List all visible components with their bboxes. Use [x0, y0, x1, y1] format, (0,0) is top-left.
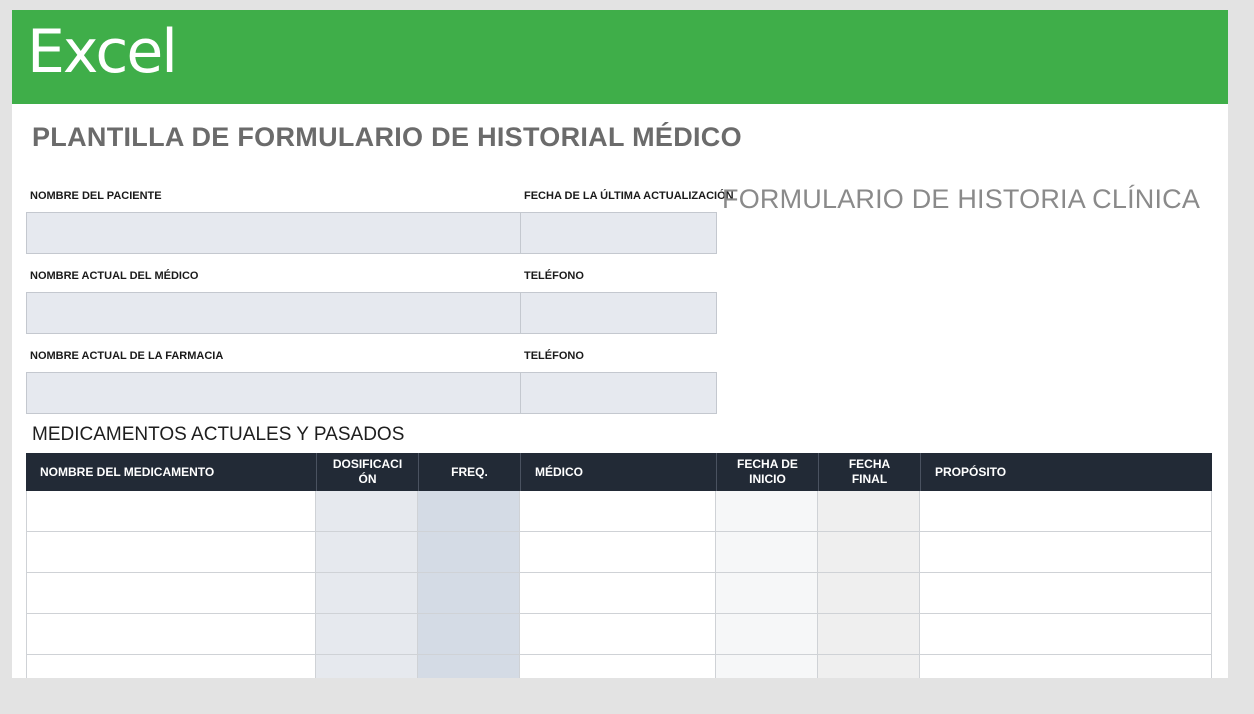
medications-section-title: MEDICAMENTOS ACTUALES Y PASADOS [32, 424, 405, 445]
column-header[interactable]: PROPÓSITO [920, 453, 1212, 491]
table-cell[interactable] [520, 614, 716, 655]
table-cell[interactable] [316, 614, 418, 655]
column-header[interactable]: FREQ. [418, 453, 520, 491]
column-header[interactable]: MÉDICO [520, 453, 716, 491]
table-cell[interactable] [26, 655, 316, 678]
column-header-label: DOSIFICACI [332, 457, 403, 471]
table-cell[interactable] [818, 532, 920, 573]
patient-name-field[interactable] [26, 212, 521, 254]
pharmacy-phone-label: TELÉFONO [524, 350, 584, 362]
column-header-label: MÉDICO [535, 465, 583, 479]
table-cell[interactable] [26, 614, 316, 655]
app-logo-text: Excel [27, 17, 178, 87]
table-cell[interactable] [818, 614, 920, 655]
page-title: PLANTILLA DE FORMULARIO DE HISTORIAL MÉD… [32, 122, 742, 152]
table-cell[interactable] [418, 532, 520, 573]
column-header-label: PROPÓSITO [935, 465, 1007, 479]
overlay-form-title: FORMULARIO DE HISTORIA CLÍNICA [722, 184, 1201, 214]
table-cell[interactable] [920, 614, 1212, 655]
column-header-label: NOMBRE DEL MEDICAMENTO [40, 465, 215, 479]
column-header-label: ÓN [358, 472, 377, 486]
column-header-label: INICIO [749, 472, 786, 486]
table-cell[interactable] [716, 573, 818, 614]
table-cell[interactable] [716, 532, 818, 573]
table-cell[interactable] [418, 573, 520, 614]
last-update-label: FECHA DE LA ÚLTIMA ACTUALIZACIÓN [524, 190, 734, 202]
table-cell[interactable] [26, 532, 316, 573]
doctor-name-label: NOMBRE ACTUAL DEL MÉDICO [30, 270, 199, 282]
last-update-date-field[interactable] [520, 212, 717, 254]
table-cell[interactable] [818, 573, 920, 614]
spreadsheet-page: Excel PLANTILLA DE FORMULARIO DE HISTORI… [12, 10, 1228, 678]
column-header-label: FINAL [851, 472, 888, 486]
column-header-label: FREQ. [451, 464, 488, 479]
pharmacy-name-label: NOMBRE ACTUAL DE LA FARMACIA [30, 350, 224, 362]
column-header[interactable]: NOMBRE DEL MEDICAMENTO [26, 453, 316, 491]
table-cell[interactable] [418, 491, 520, 532]
column-header-label: FECHA DE [737, 457, 798, 471]
table-cell[interactable] [818, 655, 920, 678]
table-cell[interactable] [716, 655, 818, 678]
table-cell[interactable] [920, 655, 1212, 678]
doctor-phone-field[interactable] [520, 292, 717, 334]
table-cell[interactable] [418, 614, 520, 655]
table-cell[interactable] [520, 491, 716, 532]
app-banner: Excel [12, 10, 1228, 104]
column-header[interactable]: FECHA DE INICIO [716, 453, 818, 491]
table-cell[interactable] [520, 573, 716, 614]
table-header-row: NOMBRE DEL MEDICAMENTO DOSIFICACI ÓN FREQ. M… [26, 453, 1212, 491]
table-cell[interactable] [418, 655, 520, 678]
column-header-label: FECHA [848, 457, 891, 471]
table-cell[interactable] [920, 491, 1212, 532]
table-cell[interactable] [716, 614, 818, 655]
table-cell[interactable] [316, 655, 418, 678]
table-cell[interactable] [716, 491, 818, 532]
table-cell[interactable] [26, 573, 316, 614]
table-cell[interactable] [316, 491, 418, 532]
table-cell[interactable] [920, 532, 1212, 573]
column-header[interactable]: FECHA FINAL [818, 453, 920, 491]
table-cell[interactable] [316, 573, 418, 614]
table-cell[interactable] [818, 491, 920, 532]
table-cell[interactable] [920, 573, 1212, 614]
doctor-phone-label: TELÉFONO [524, 270, 584, 282]
pharmacy-name-field[interactable] [26, 372, 521, 414]
table-cell[interactable] [26, 491, 316, 532]
pharmacy-phone-field[interactable] [520, 372, 717, 414]
patient-name-label: NOMBRE DEL PACIENTE [30, 190, 162, 202]
table-cell[interactable] [520, 532, 716, 573]
column-header[interactable]: DOSIFICACI ÓN [316, 453, 418, 491]
table-cell[interactable] [316, 532, 418, 573]
table-cell[interactable] [520, 655, 716, 678]
doctor-name-field[interactable] [26, 292, 521, 334]
